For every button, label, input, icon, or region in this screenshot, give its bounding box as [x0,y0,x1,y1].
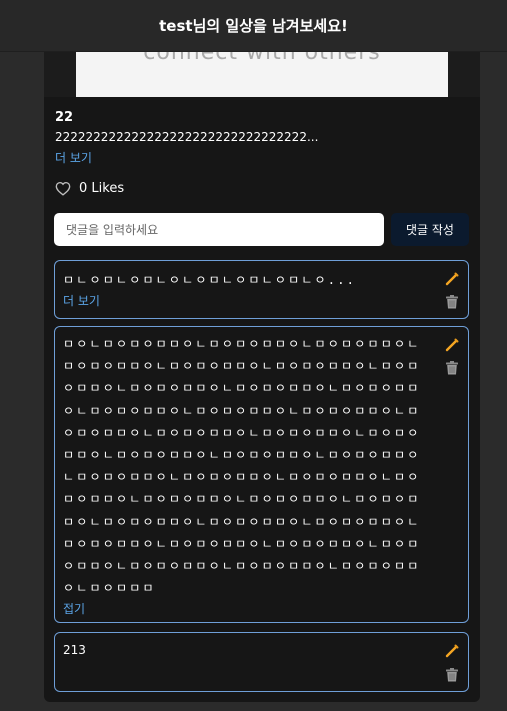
pencil-icon[interactable] [444,271,460,287]
post-title: 22 [55,110,74,125]
comment-text: ㅁㄴㅇㅁㄴㅇㅁㄴㅇㄴㅇㅁㄴㅇㅁㄴㅇㅁㄴㅇ... [63,273,357,287]
post-image-caption: connect with others [143,52,381,65]
page-title: test님의 일상을 남겨보세요! [159,17,348,35]
comment-text: ㅁㅇㄴㅁㅇㅁㅇㅁㅁㅇㄴㅁㅇㅁㅇㅁㅁㅇㄴㅁㅇㅁㅇㅁㅁㅇㄴㅁㅇㅁㅇㅁㅁㅇㄴㅁㅇㅁㅇㅁ… [63,337,421,596]
comment-item: ㅁㄴㅇㅁㄴㅇㅁㄴㅇㄴㅇㅁㄴㅇㅁㄴㅇㅁㄴㅇ... 더 보기 [54,260,469,319]
trash-icon[interactable] [444,294,460,310]
post-card: connect with others 22 22222222222222222… [44,52,480,702]
comment-submit-button[interactable]: 댓글 작성 [391,213,469,246]
comment-text: 213 [63,643,86,657]
pencil-icon[interactable] [444,337,460,353]
comment-collapse-link[interactable]: 접기 [63,600,85,617]
image-frame-right [448,52,480,97]
comment-more-link[interactable]: 더 보기 [63,292,100,309]
pencil-icon[interactable] [444,643,460,659]
likes-count: 0 Likes [79,181,125,196]
post-body: 222222222222222222222222222222222... [55,130,319,144]
post-more-link[interactable]: 더 보기 [55,149,92,166]
heart-outline-icon[interactable] [55,181,71,196]
post-image: connect with others [76,52,448,97]
likes-row: 0 Likes [55,181,124,196]
trash-icon[interactable] [444,360,460,376]
image-frame-left [44,52,76,97]
page-header: test님의 일상을 남겨보세요! [0,0,507,52]
trash-icon[interactable] [444,667,460,683]
comment-item: ㅁㅇㄴㅁㅇㅁㅇㅁㅁㅇㄴㅁㅇㅁㅇㅁㅁㅇㄴㅁㅇㅁㅇㅁㅁㅇㄴㅁㅇㅁㅇㅁㅁㅇㄴㅁㅇㅁㅇㅁ… [54,326,469,623]
comment-input[interactable] [54,213,384,246]
comment-item: 213 [54,632,469,692]
